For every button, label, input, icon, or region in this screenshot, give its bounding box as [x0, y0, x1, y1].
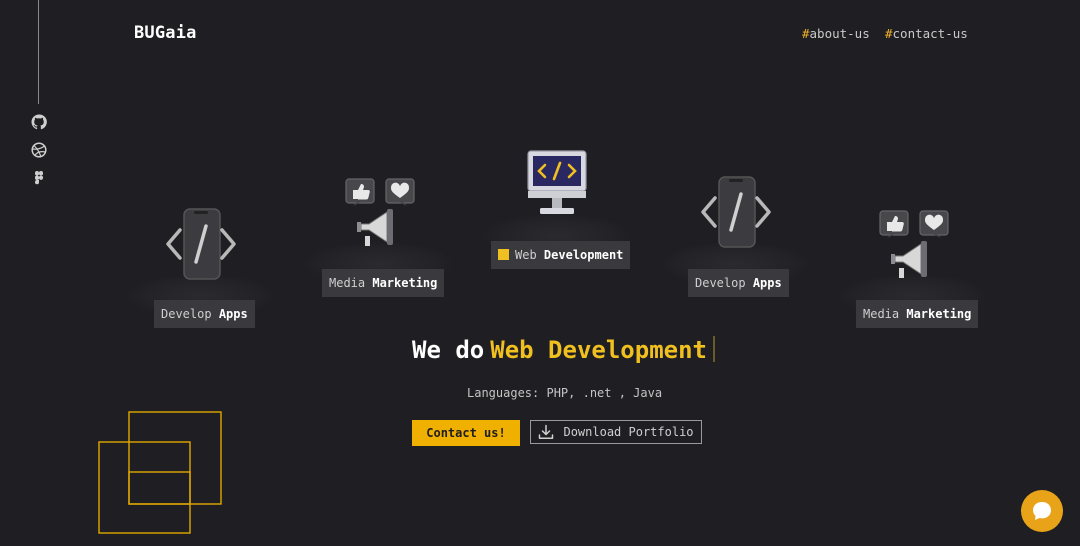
card-tag-light: Media	[863, 307, 900, 321]
github-icon[interactable]	[30, 113, 48, 131]
card-tag: Develop Apps	[688, 269, 789, 297]
card-tag: Web Development	[491, 241, 631, 269]
social-rail-line	[38, 0, 39, 104]
page: BUGaia #about-us #contact-us Develop App…	[0, 0, 1080, 546]
nav-hash: #	[802, 26, 810, 41]
download-portfolio-label: Download Portfolio	[563, 425, 694, 439]
typing-cursor	[713, 336, 715, 362]
download-portfolio-button[interactable]: Download Portfolio	[530, 420, 702, 444]
card-tag-light: Media	[329, 276, 366, 290]
megaphone-likes-icon	[879, 210, 949, 278]
card-tag-light: Develop	[695, 276, 746, 290]
hero-headline: We do Web Development	[412, 336, 715, 364]
nav-about-us[interactable]: #about-us	[802, 26, 870, 41]
card-tag-light: Develop	[161, 307, 212, 321]
decorative-squares	[98, 411, 222, 534]
brand-logo[interactable]: BUGaia	[134, 23, 197, 43]
card-tag-bold: Marketing	[372, 276, 438, 290]
nav-hash: #	[885, 26, 893, 41]
card-tag: Media Marketing	[322, 269, 445, 297]
nav-label: about-us	[809, 26, 870, 41]
card-tag-light: Web	[515, 248, 537, 262]
card-tag-bold: Apps	[218, 307, 248, 321]
chat-button[interactable]	[1021, 490, 1063, 532]
card-tag-bold: Apps	[752, 276, 782, 290]
nav-label: contact-us	[892, 26, 968, 41]
contact-us-button[interactable]: Contact us!	[412, 420, 520, 446]
hero-highlight: Web Development	[490, 336, 707, 364]
figma-icon[interactable]	[30, 169, 48, 187]
nav-contact-us[interactable]: #contact-us	[885, 26, 968, 41]
card-tag-bold: Development	[543, 248, 624, 262]
download-icon	[539, 424, 554, 439]
chat-bubble-icon	[1033, 502, 1051, 520]
megaphone-likes-icon	[345, 178, 415, 246]
card-tag: Develop Apps	[154, 300, 255, 328]
code-monitor-icon	[527, 150, 587, 214]
dribbble-icon[interactable]	[30, 141, 48, 159]
code-phone-icon	[701, 176, 771, 248]
languages-text: Languages: PHP, .net , Java	[467, 386, 663, 400]
card-tag-bold: Marketing	[906, 307, 972, 321]
card-tag: Media Marketing	[856, 300, 979, 328]
hero-prefix: We do	[412, 336, 485, 364]
active-square-icon	[498, 249, 509, 260]
code-phone-icon	[166, 208, 236, 280]
